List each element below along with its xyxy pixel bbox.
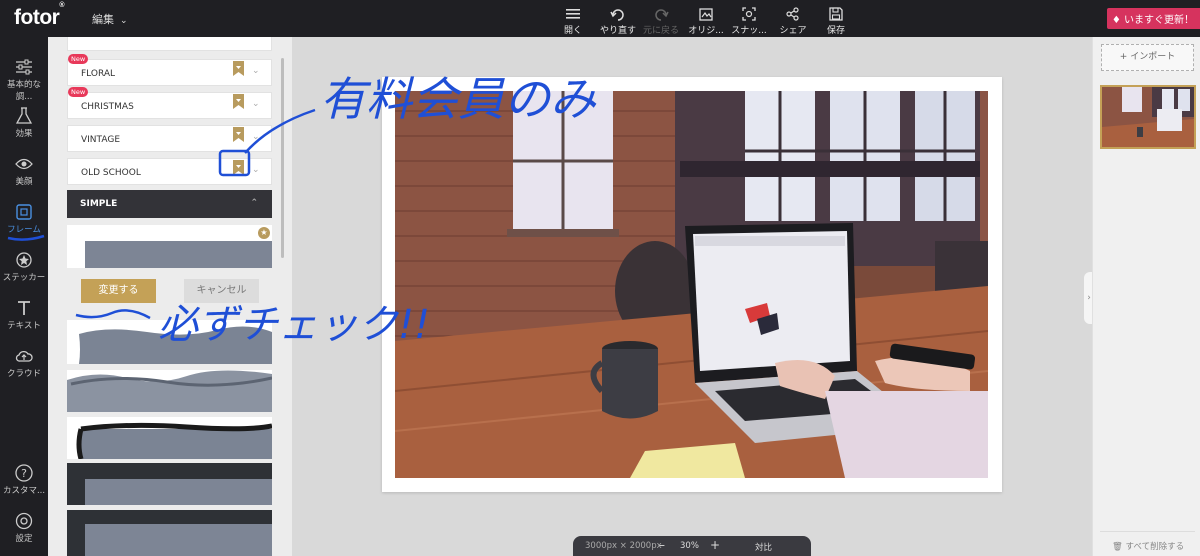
panel-scrollbar[interactable]	[281, 58, 284, 258]
left-sidebar: 基本的な調... 効果 美顔 フレーム ステッカー テキスト クラウド ? カス…	[0, 37, 48, 556]
snapshot-icon	[724, 5, 774, 23]
help-icon: ?	[0, 462, 48, 484]
apply-button[interactable]: 変更する	[81, 279, 156, 303]
category-christmas[interactable]: New CHRISTMAS ⌄	[67, 87, 272, 119]
edit-menu[interactable]: 編集 ⌄	[92, 11, 128, 27]
frame-thumbnail[interactable]	[67, 417, 272, 459]
bottom-zoom-bar: 3000px × 2000px – 30% + 対比	[573, 536, 811, 556]
hamburger-menu-icon	[548, 5, 598, 23]
category-old-school[interactable]: OLD SCHOOL ⌄	[67, 158, 272, 185]
premium-bookmark-icon	[233, 160, 244, 178]
settings-icon	[0, 510, 48, 532]
chevron-down-icon: ⌄	[252, 99, 260, 109]
premium-bookmark-icon	[233, 127, 244, 145]
save-icon	[811, 5, 861, 23]
flask-icon	[0, 105, 48, 127]
panel-top-edge	[67, 37, 272, 51]
canvas-photo[interactable]	[395, 91, 988, 478]
sliders-icon	[0, 56, 48, 78]
premium-bookmark-icon	[233, 94, 244, 112]
clear-all-button[interactable]: 🗑 すべて削除する	[1112, 540, 1184, 552]
image-thumbnail[interactable]	[1100, 85, 1196, 149]
sidebar-item-frame[interactable]: フレーム	[0, 201, 48, 235]
compare-button[interactable]: 対比	[755, 541, 772, 553]
frame-icon	[0, 201, 48, 223]
frame-thumbnail[interactable]: ★	[67, 225, 272, 268]
frame-thumbnail[interactable]	[67, 463, 272, 505]
frame-thumbnail[interactable]	[67, 370, 272, 412]
trash-icon: 🗑	[1112, 542, 1123, 552]
cancel-button[interactable]: キャンセル	[184, 279, 259, 303]
premium-star-icon: ★	[258, 227, 270, 239]
sticker-icon	[0, 249, 48, 271]
snapshot-button[interactable]: スナッ...	[724, 5, 774, 36]
zoom-out-button[interactable]: –	[659, 538, 665, 552]
premium-bookmark-icon	[233, 61, 244, 79]
redo-icon	[636, 5, 686, 23]
fotor-logo[interactable]: fotor®	[14, 2, 64, 30]
sidebar-item-cloud[interactable]: クラウド	[0, 345, 48, 379]
sidebar-item-customer[interactable]: ? カスタマ...	[0, 462, 48, 496]
new-badge: New	[68, 87, 89, 97]
sidebar-item-effects[interactable]: 効果	[0, 105, 48, 139]
chevron-down-icon: ⌄	[252, 132, 260, 142]
svg-text:?: ?	[21, 467, 27, 480]
upgrade-button[interactable]: ♦ いますぐ更新！	[1106, 8, 1200, 29]
sidebar-item-sticker[interactable]: ステッカー	[0, 249, 48, 283]
chevron-down-icon: ⌄	[120, 16, 128, 26]
frame-thumbnail[interactable]	[67, 510, 272, 556]
eye-icon	[0, 153, 48, 175]
category-vintage[interactable]: VINTAGE ⌄	[67, 125, 272, 152]
top-bar: fotor® 編集 ⌄ 開く やり直す 元に戻る オリジ... スナッ... シェ…	[0, 0, 1200, 37]
diamond-icon: ♦	[1111, 15, 1121, 26]
sidebar-item-settings[interactable]: 設定	[0, 510, 48, 544]
new-badge: New	[68, 54, 89, 64]
chevron-down-icon: ⌄	[252, 66, 260, 76]
zoom-level: 30%	[680, 541, 699, 551]
image-dimensions: 3000px × 2000px	[585, 541, 662, 551]
zoom-in-button[interactable]: +	[710, 538, 720, 552]
sidebar-item-beauty[interactable]: 美顔	[0, 153, 48, 187]
sidebar-item-basic-adjust[interactable]: 基本的な調...	[0, 56, 48, 102]
save-button[interactable]: 保存	[811, 5, 861, 36]
chevron-down-icon: ⌄	[252, 165, 260, 175]
category-simple-header[interactable]: SIMPLE ⌃	[67, 190, 272, 218]
office-laptop-photo	[395, 91, 988, 478]
text-icon	[0, 297, 48, 319]
category-floral[interactable]: New FLORAL ⌄	[67, 54, 272, 86]
open-button[interactable]: 開く	[548, 5, 598, 36]
redo-button[interactable]: 元に戻る	[636, 5, 686, 36]
divider	[1100, 531, 1195, 532]
sidebar-item-text[interactable]: テキスト	[0, 297, 48, 331]
frame-thumbnail[interactable]	[67, 320, 272, 364]
cloud-icon	[0, 345, 48, 367]
chevron-right-icon: ›	[1087, 293, 1091, 303]
import-button[interactable]: + インポート	[1101, 44, 1194, 71]
chevron-up-icon: ⌃	[250, 198, 258, 208]
